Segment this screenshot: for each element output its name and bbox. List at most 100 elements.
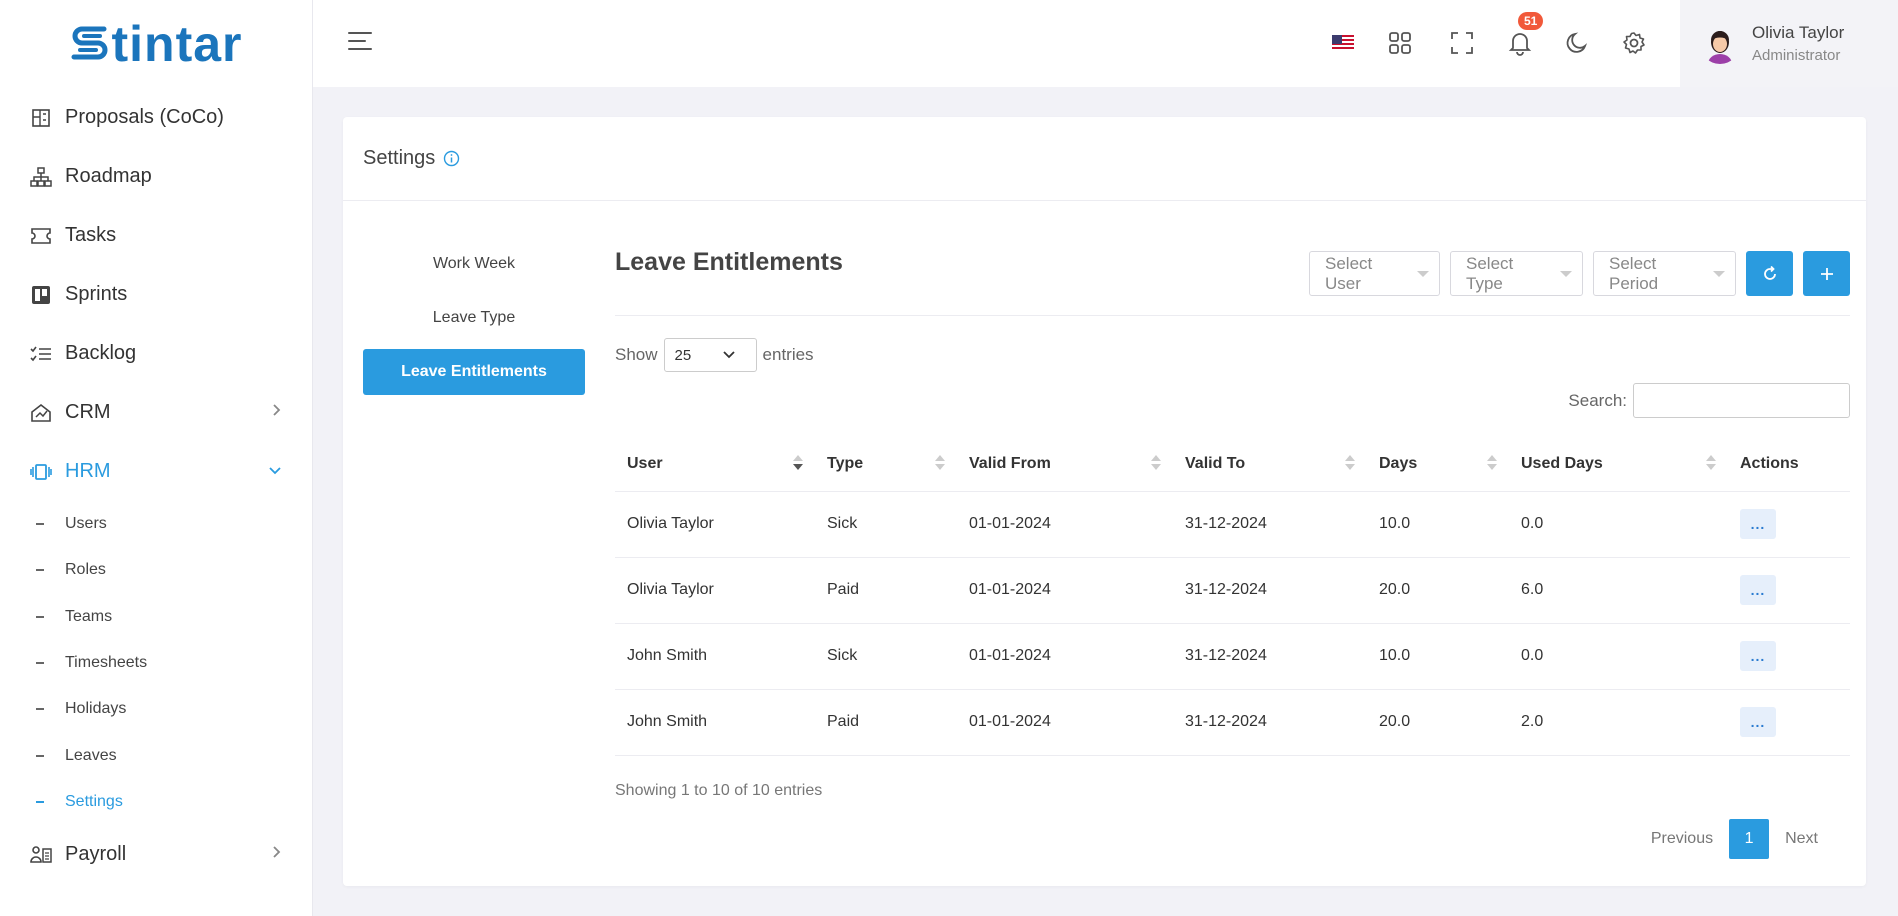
select-type-label: Select Type <box>1466 253 1514 293</box>
cell-type: Paid <box>815 689 957 756</box>
settings-gear-icon[interactable] <box>1619 28 1649 58</box>
table-info: Showing 1 to 10 of 10 entries <box>615 782 823 799</box>
chevron-right-icon <box>272 403 282 422</box>
cell-valid-to: 31-12-2024 <box>1173 623 1367 690</box>
sidebar-nav-bottom: Payroll <box>0 825 312 884</box>
sidebar: tintar Proposals (CoCo) Roadmap Tasks Sp… <box>0 0 313 916</box>
column-header-used-days[interactable]: Used Days <box>1509 437 1728 492</box>
dash-icon <box>36 615 44 618</box>
add-entitlement-button[interactable] <box>1803 251 1850 296</box>
notification-bell-icon[interactable]: 51 <box>1505 12 1544 58</box>
dash-icon <box>36 800 44 803</box>
column-header-days[interactable]: Days <box>1367 437 1509 492</box>
show-label: Show <box>615 345 658 364</box>
submenu-item-settings[interactable]: Settings <box>0 779 312 825</box>
select-type-dropdown[interactable]: Select Type <box>1450 251 1583 296</box>
select-period-dropdown[interactable]: Select Period <box>1593 251 1736 296</box>
dash-icon <box>36 754 44 757</box>
plus-icon <box>1820 267 1833 280</box>
page-length-select[interactable]: 25 <box>663 338 757 372</box>
submenu-item-label: Users <box>65 515 107 533</box>
submenu-item-teams[interactable]: Teams <box>0 594 312 640</box>
sidebar-item-payroll[interactable]: Payroll <box>0 825 312 884</box>
cell-used-days: 6.0 <box>1509 557 1728 624</box>
cell-days: 20.0 <box>1367 689 1509 756</box>
pagination-page-1[interactable]: 1 <box>1729 819 1770 859</box>
cell-user: Olivia Taylor <box>615 557 815 624</box>
ticket-icon <box>29 224 53 248</box>
column-header-label: Valid To <box>1185 454 1246 472</box>
sidebar-item-tasks[interactable]: Tasks <box>0 206 312 265</box>
tab-leave-entitlements[interactable]: Leave Entitlements <box>363 349 585 395</box>
tab-leave-type[interactable]: Leave Type <box>363 295 585 341</box>
user-profile-menu[interactable]: Olivia Taylor Administrator <box>1680 0 1898 87</box>
us-flag-icon[interactable] <box>1328 28 1358 58</box>
submenu-item-roles[interactable]: Roles <box>0 547 312 593</box>
sidebar-item-crm[interactable]: CRM <box>0 383 312 442</box>
tab-work-week[interactable]: Work Week <box>363 241 585 287</box>
sidebar-item-proposals[interactable]: Proposals (CoCo) <box>0 88 312 147</box>
sidebar-item-label: Tasks <box>65 224 117 246</box>
sidebar-item-label: Roadmap <box>65 165 152 187</box>
cell-valid-from: 01-01-2024 <box>957 491 1173 558</box>
checklist-icon <box>29 342 53 366</box>
sidebar-item-label: Backlog <box>65 342 137 364</box>
settings-card: Settings Work Week Leave Type Leave Enti… <box>343 117 1866 886</box>
leave-entitlements-panel: Leave Entitlements Select User Select Ty… <box>615 241 1850 859</box>
cell-days: 20.0 <box>1367 557 1509 624</box>
column-header-label: Used Days <box>1521 454 1603 472</box>
column-header-type[interactable]: Type <box>815 437 957 492</box>
sidebar-item-sprints[interactable]: Sprints <box>0 265 312 324</box>
cell-type: Sick <box>815 491 957 558</box>
menu-toggle-icon[interactable] <box>348 32 375 54</box>
apps-grid-icon[interactable] <box>1385 28 1415 58</box>
cell-valid-from: 01-01-2024 <box>957 623 1173 690</box>
logo-mark-icon <box>71 26 107 60</box>
column-header-valid-to[interactable]: Valid To <box>1173 437 1367 492</box>
row-actions-button[interactable]: ... <box>1740 641 1776 671</box>
submenu-item-leaves[interactable]: Leaves <box>0 732 312 778</box>
card-header: Settings <box>343 117 1866 201</box>
row-actions-button[interactable]: ... <box>1740 509 1776 539</box>
sidebar-item-backlog[interactable]: Backlog <box>0 324 312 383</box>
proposals-icon <box>29 106 53 130</box>
submenu-item-label: Timesheets <box>65 654 148 672</box>
submenu-item-holidays[interactable]: Holidays <box>0 686 312 732</box>
cell-valid-from: 01-01-2024 <box>957 689 1173 756</box>
column-header-valid-from[interactable]: Valid From <box>957 437 1173 492</box>
settings-tabs: Work Week Leave Type Leave Entitlements <box>363 241 585 403</box>
sidebar-item-hrm[interactable]: HRM <box>0 442 312 501</box>
caret-down-icon <box>1560 271 1572 277</box>
sidebar-item-label: Payroll <box>65 843 127 866</box>
pagination-next[interactable]: Next <box>1769 830 1834 848</box>
user-role: Administrator <box>1752 47 1841 64</box>
select-user-dropdown[interactable]: Select User <box>1309 251 1440 296</box>
refresh-button[interactable] <box>1746 251 1793 296</box>
sidebar-item-label: CRM <box>65 401 111 423</box>
leave-entitlements-table: User Type Valid From Valid To Days Used … <box>615 437 1850 756</box>
row-actions-button[interactable]: ... <box>1740 575 1776 605</box>
chevron-right-icon <box>272 845 282 864</box>
submenu-item-users[interactable]: Users <box>0 501 312 547</box>
cell-days: 10.0 <box>1367 623 1509 690</box>
dark-mode-moon-icon[interactable] <box>1562 28 1592 58</box>
sort-icon <box>1706 455 1716 470</box>
submenu-item-timesheets[interactable]: Timesheets <box>0 640 312 686</box>
cell-valid-to: 31-12-2024 <box>1173 491 1367 558</box>
cell-valid-to: 31-12-2024 <box>1173 557 1367 624</box>
cell-user: Olivia Taylor <box>615 491 815 558</box>
sidebar-item-label: HRM <box>65 460 111 482</box>
row-actions-button[interactable]: ... <box>1740 707 1776 737</box>
fullscreen-icon[interactable] <box>1447 28 1477 58</box>
dash-icon <box>36 523 44 526</box>
search-input[interactable] <box>1633 383 1850 418</box>
select-user-label: Select User <box>1325 253 1373 293</box>
logo[interactable]: tintar <box>0 0 312 88</box>
cell-user: John Smith <box>615 623 815 690</box>
column-header-user[interactable]: User <box>615 437 815 492</box>
chevron-down-icon <box>268 463 282 481</box>
sidebar-item-roadmap[interactable]: Roadmap <box>0 147 312 206</box>
info-icon[interactable] <box>443 150 460 167</box>
pagination-previous[interactable]: Previous <box>1635 830 1729 848</box>
sort-desc-icon <box>793 455 803 470</box>
